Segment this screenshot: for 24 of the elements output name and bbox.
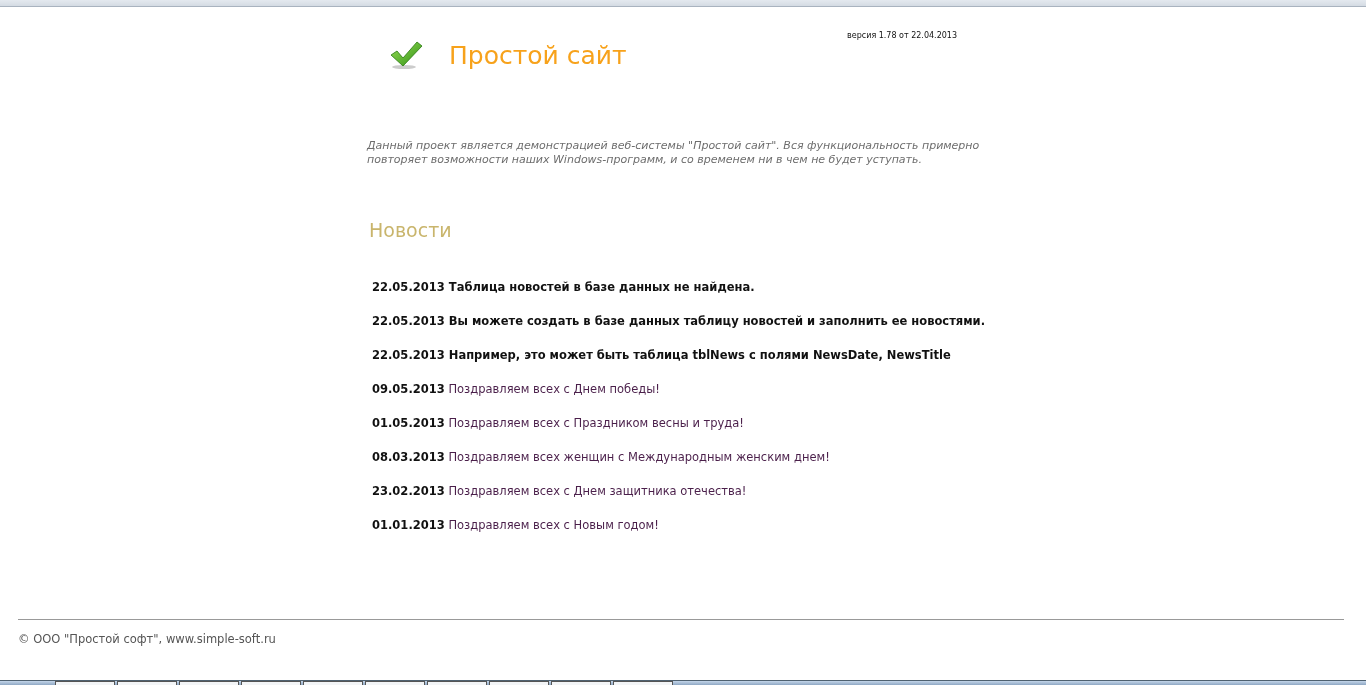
copyright-text: © ООО "Простой софт", www.simple-soft.ru xyxy=(18,632,276,646)
checkmark-icon xyxy=(389,40,423,70)
taskbar-button[interactable] xyxy=(179,681,239,685)
news-item: 09.05.2013 Поздравляем всех с Днем победы! xyxy=(372,381,661,397)
site-title: Простой сайт xyxy=(449,40,627,70)
taskbar-button[interactable] xyxy=(55,681,115,685)
taskbar-button[interactable] xyxy=(365,681,425,685)
version-text: версия 1.78 от 22.04.2013 xyxy=(847,31,957,40)
taskbar-button[interactable] xyxy=(551,681,611,685)
intro-paragraph: Данный проект является демонстрацией веб-системы "Простой сайт". Вся функциональность примерно повторяет возможности наших Windows-программ, и со временем ни в чем не будет уступать. xyxy=(367,139,981,167)
taskbar-button[interactable] xyxy=(117,681,177,685)
news-item: 23.02.2013 Поздравляем всех с Днем защитника отечества! xyxy=(372,483,748,499)
taskbar-button[interactable] xyxy=(613,681,673,685)
news-item: 01.01.2013 Поздравляем всех с Новым годом! xyxy=(372,517,660,533)
taskbar-button[interactable] xyxy=(241,681,301,685)
news-heading: Новости xyxy=(369,219,453,241)
news-item: 22.05.2013 Вы можете создать в базе данных таблицу новостей и заполнить ее новостями. xyxy=(372,313,987,329)
news-item: 08.03.2013 Поздравляем всех женщин с Международным женским днем! xyxy=(372,449,831,465)
news-item: 01.05.2013 Поздравляем всех с Праздником весны и труда! xyxy=(372,415,745,431)
taskbar-button[interactable] xyxy=(489,681,549,685)
taskbar-button[interactable] xyxy=(303,681,363,685)
taskbar-button[interactable] xyxy=(427,681,487,685)
news-item: 22.05.2013 Таблица новостей в базе данных не найдена. xyxy=(372,279,756,295)
news-item: 22.05.2013 Например, это может быть таблица tblNews с полями NewsDate, NewsTitle xyxy=(372,347,952,363)
